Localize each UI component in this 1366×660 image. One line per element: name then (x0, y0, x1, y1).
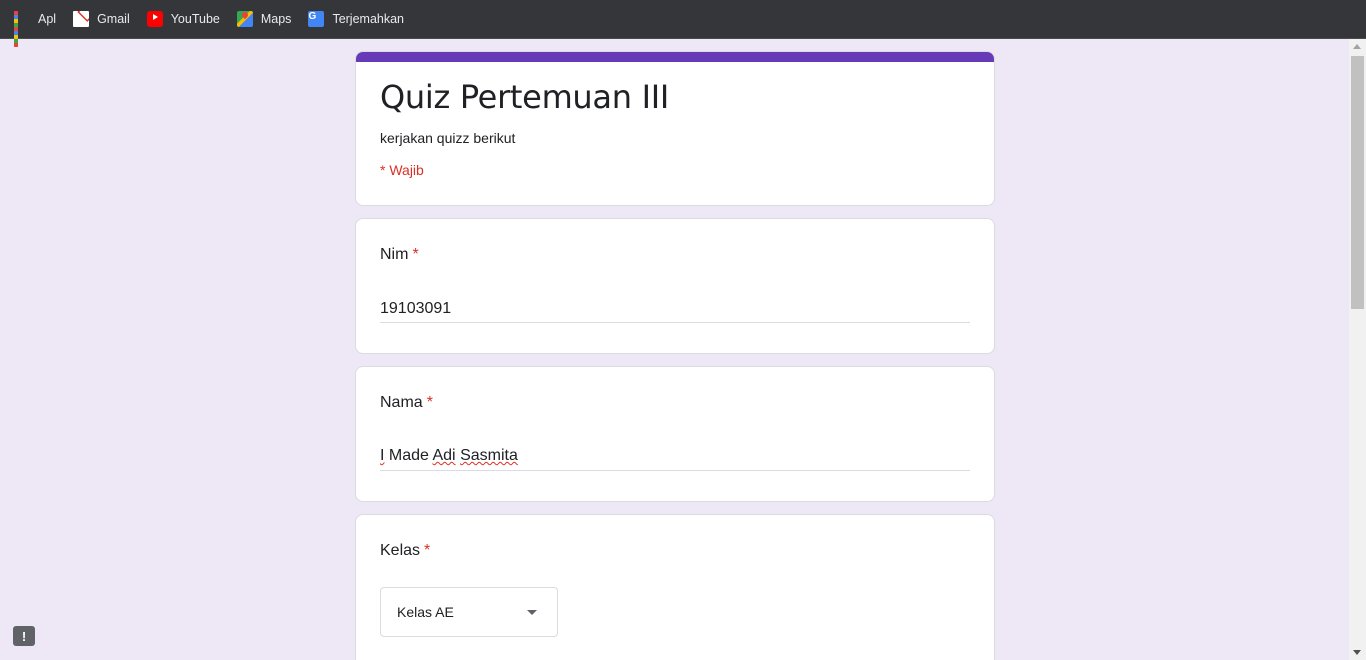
question-title: Nim * (380, 246, 419, 264)
required-asterisk: * (412, 246, 419, 263)
scroll-down-icon[interactable] (1353, 650, 1361, 655)
scroll-up-icon[interactable] (1353, 44, 1361, 49)
question-title: Kelas * (380, 542, 430, 560)
form-title: Quiz Pertemuan III (380, 78, 669, 116)
bookmark-maps[interactable]: Maps (236, 5, 300, 33)
question-card-nama: Nama * I Made Adi Sasmita (355, 366, 995, 502)
bookmark-label: Gmail (97, 12, 130, 26)
nama-input[interactable]: I Made Adi Sasmita (380, 447, 970, 471)
bookmarks-bar: Apl Gmail YouTube Maps G Terjemahkan (0, 0, 1366, 47)
bookmark-translate[interactable]: G Terjemahkan (308, 5, 412, 33)
form-header-card: Quiz Pertemuan III kerjakan quizz beriku… (355, 51, 995, 206)
bookmark-label: Terjemahkan (332, 12, 405, 26)
apps-grid-icon (14, 11, 30, 47)
nama-value-part: Sasmita (460, 447, 518, 464)
bookmark-youtube[interactable]: YouTube (146, 5, 228, 33)
nim-input[interactable] (380, 299, 970, 323)
required-asterisk: * (424, 542, 431, 559)
question-card-kelas: Kelas * Kelas AE (355, 514, 995, 660)
bookmark-apps[interactable]: Apl (14, 5, 64, 47)
bookmark-label: Maps (260, 12, 292, 26)
scrollbar-thumb[interactable] (1351, 56, 1364, 309)
required-note: * Wajib (380, 162, 424, 178)
bookmark-label: Apl (38, 12, 57, 26)
nama-value-part: Adi (432, 447, 456, 464)
kelas-dropdown[interactable]: Kelas AE (380, 587, 558, 637)
required-asterisk: * (426, 394, 433, 411)
nama-value-part: Made (384, 447, 433, 464)
dropdown-selected-value: Kelas AE (397, 604, 454, 620)
bookmark-gmail[interactable]: Gmail (73, 5, 138, 33)
translate-icon: G (308, 11, 325, 27)
question-title: Nama * (380, 394, 433, 412)
question-label: Kelas (380, 542, 421, 559)
question-label: Nim (380, 246, 409, 263)
report-icon[interactable]: ! (13, 626, 35, 646)
question-label: Nama (380, 394, 423, 411)
bookmark-label: YouTube (170, 12, 220, 26)
gmail-icon (73, 11, 90, 27)
form-description: kerjakan quizz berikut (380, 130, 516, 146)
youtube-icon (146, 11, 163, 27)
header-accent-bar (356, 52, 994, 62)
maps-icon (236, 11, 253, 27)
question-card-nim: Nim * (355, 218, 995, 354)
chevron-down-icon (527, 610, 537, 615)
page-scrollbar[interactable] (1349, 39, 1366, 660)
